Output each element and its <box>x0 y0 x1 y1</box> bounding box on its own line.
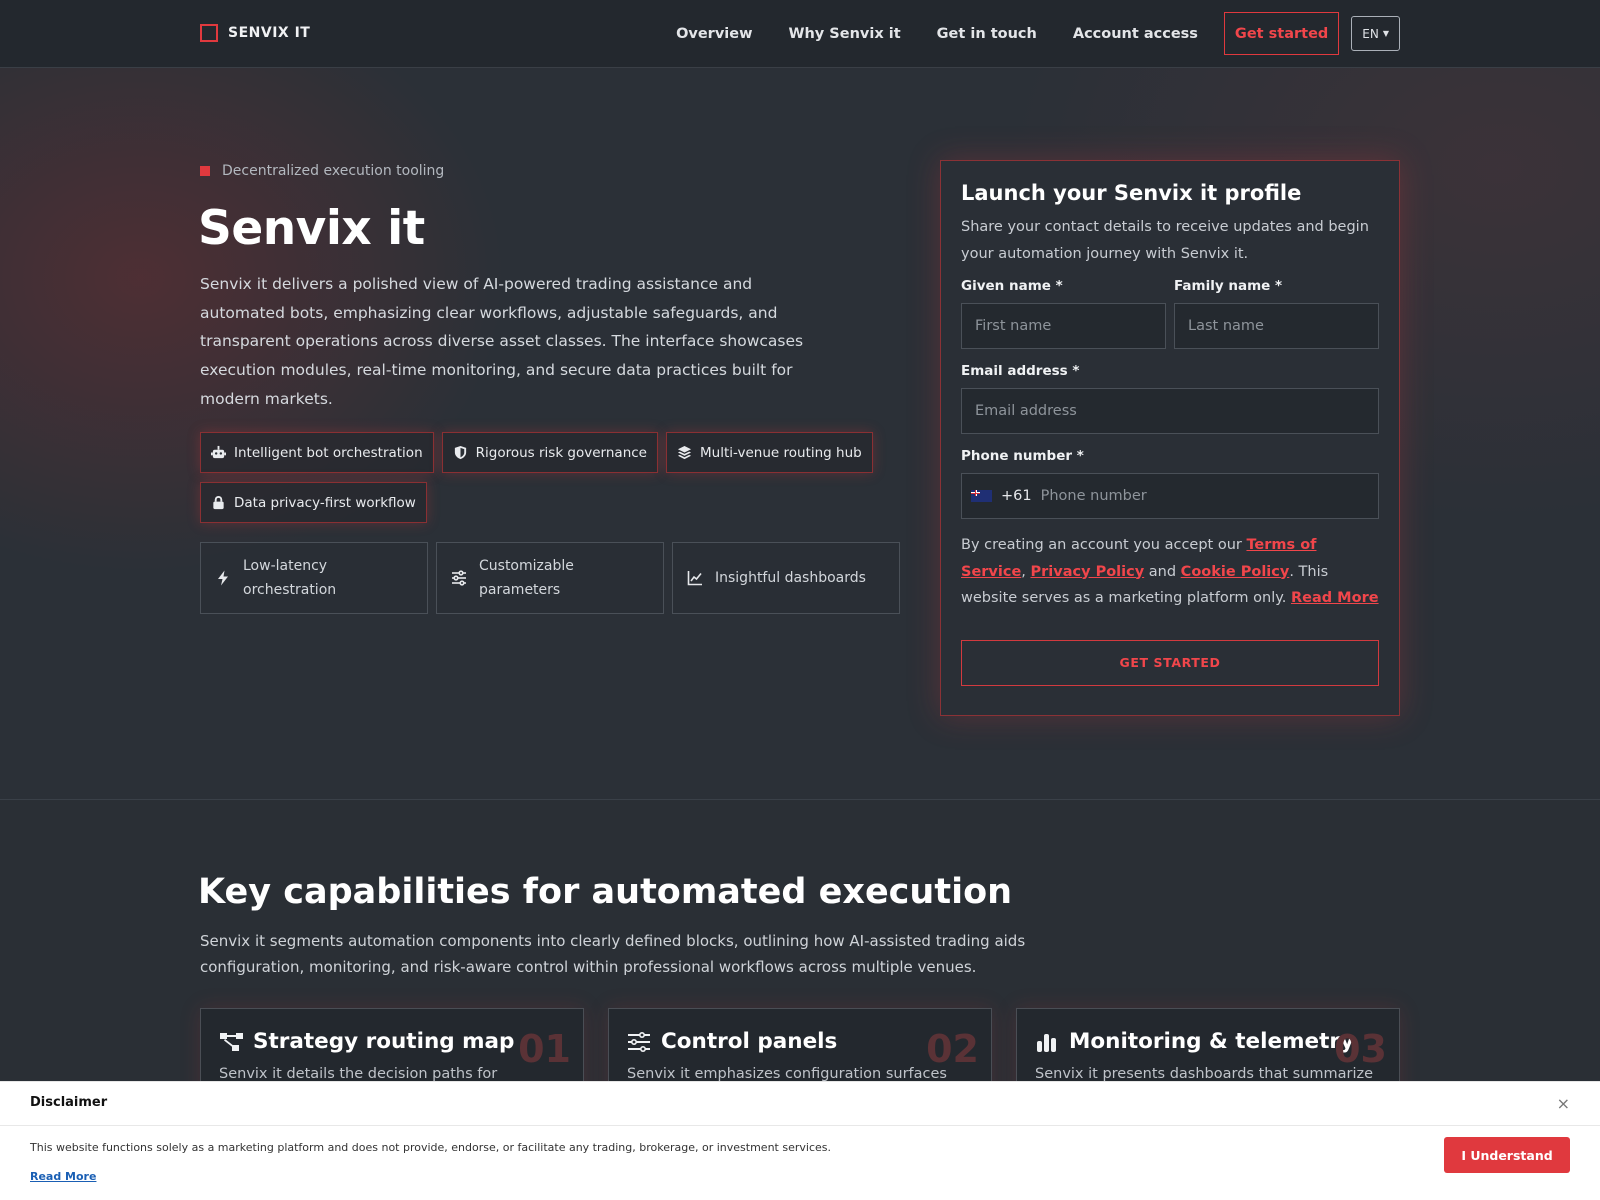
dial-code[interactable]: +61 <box>1001 488 1032 504</box>
pill-risk-governance: Rigorous risk governance <box>441 432 658 473</box>
family-name-input[interactable] <box>1174 303 1379 349</box>
feature-label: Low-latency orchestration <box>243 558 337 598</box>
family-name-group: Family name * <box>1174 278 1379 349</box>
cookie-link[interactable]: Cookie Policy <box>1181 564 1290 580</box>
chart-line-icon <box>687 571 702 586</box>
logo[interactable]: SENVIX IT <box>200 24 310 42</box>
signup-card: Launch your Senvix it profile Share your… <box>940 160 1400 716</box>
given-name-group: Given name * <box>961 278 1166 349</box>
capabilities-description: Senvix it segments automation components… <box>200 932 1026 976</box>
australia-flag-icon[interactable] <box>971 490 992 502</box>
capability-text: Senvix it emphasizes configuration surfa… <box>627 1066 947 1082</box>
capability-card-head: Strategy routing map <box>219 1029 565 1054</box>
capability-text: Senvix it presents dashboards that summa… <box>1035 1066 1374 1082</box>
shield-icon <box>454 445 466 460</box>
legal-sep: , <box>1021 563 1026 580</box>
feature-tiles: Low-latency orchestration Customizable p… <box>200 542 900 614</box>
get-started-nav-button[interactable]: Get started <box>1223 12 1340 55</box>
disclaimer-text: This website functions solely as a marke… <box>30 1141 831 1154</box>
disclaimer-header: Disclaimer × <box>0 1082 1600 1126</box>
highlight-pills: Intelligent bot orchestration Rigorous r… <box>200 432 900 523</box>
lock-icon <box>213 496 224 510</box>
site-header: SENVIX IT Overview Why Senvix it Get in … <box>0 0 1600 68</box>
name-row: Given name * Family name * <box>961 278 1379 349</box>
hero-title: Senvix it <box>198 201 425 256</box>
disclaimer-title: Disclaimer <box>30 1095 108 1110</box>
legal-and: and <box>1144 563 1181 580</box>
pill-label: Intelligent bot orchestration <box>234 444 423 461</box>
read-more-link[interactable]: Read More <box>1291 590 1379 606</box>
robot-icon <box>211 445 226 459</box>
capability-card-head: Control panels <box>627 1029 973 1054</box>
privacy-link[interactable]: Privacy Policy <box>1031 564 1145 580</box>
phone-field: +61 <box>961 473 1379 519</box>
logo-square-icon <box>200 24 218 42</box>
disclaimer-read-more-link[interactable]: Read More <box>30 1170 96 1183</box>
nav-contact[interactable]: Get in touch <box>937 26 1037 42</box>
capability-card-title: Monitoring & telemetry <box>1069 1029 1354 1054</box>
email-label: Email address * <box>961 363 1080 379</box>
legal-text: By creating an account you accept our Te… <box>961 532 1379 612</box>
nav-account[interactable]: Account access <box>1073 26 1198 42</box>
logo-text: SENVIX IT <box>228 25 311 41</box>
nav-overview[interactable]: Overview <box>676 26 752 42</box>
email-group: Email address * <box>961 363 1379 434</box>
phone-input[interactable] <box>1040 474 1369 518</box>
routing-icon <box>220 1032 243 1051</box>
disclaimer-banner: Disclaimer × This website functions sole… <box>0 1081 1600 1200</box>
email-input[interactable] <box>961 388 1379 434</box>
feature-dashboards: Insightful dashboards <box>672 542 900 614</box>
sliders-icon <box>628 1031 650 1052</box>
bolt-icon <box>218 570 228 586</box>
get-started-submit-button[interactable]: GET STARTED <box>961 639 1379 686</box>
eyebrow-text: Decentralized execution tooling <box>222 163 445 179</box>
given-name-label: Given name * <box>961 278 1063 294</box>
bar-chart-icon <box>1037 1033 1056 1052</box>
caret-down-icon: ▼ <box>1382 29 1389 38</box>
sliders-icon <box>452 570 466 586</box>
pill-label: Multi-venue routing hub <box>699 444 862 461</box>
pill-label: Rigorous risk governance <box>475 444 647 461</box>
language-label: EN <box>1362 26 1379 41</box>
capabilities-title: Key capabilities for automated execution <box>198 872 1013 912</box>
main-nav: Overview Why Senvix it Get in touch Acco… <box>676 12 1400 55</box>
capability-number: 01 <box>518 1027 571 1071</box>
hero-description: Senvix it delivers a polished view of AI… <box>200 275 804 408</box>
understand-button[interactable]: I Understand <box>1444 1137 1570 1173</box>
layers-icon <box>677 445 692 460</box>
hero-section: Decentralized execution tooling Senvix i… <box>0 68 1600 800</box>
capability-number: 03 <box>1334 1027 1387 1071</box>
legal-prefix: By creating an account you accept our <box>961 537 1247 553</box>
pill-bot-orchestration: Intelligent bot orchestration <box>200 432 434 473</box>
feature-label: Customizable parameters <box>479 558 574 598</box>
given-name-input[interactable] <box>961 303 1166 349</box>
close-icon[interactable]: × <box>1557 1094 1570 1113</box>
pill-label: Data privacy-first workflow <box>234 494 416 511</box>
phone-group: Phone number * +61 <box>961 448 1379 519</box>
signup-title: Launch your Senvix it profile <box>961 181 1302 205</box>
pill-data-privacy: Data privacy-first workflow <box>200 482 427 523</box>
pill-routing-hub: Multi-venue routing hub <box>665 432 873 473</box>
capability-card-title: Control panels <box>661 1029 838 1054</box>
phone-label: Phone number * <box>961 448 1084 464</box>
feature-label: Insightful dashboards <box>715 570 866 586</box>
signup-subtitle: Share your contact details to receive up… <box>961 219 1369 262</box>
family-name-label: Family name * <box>1174 278 1283 294</box>
hero-eyebrow: Decentralized execution tooling <box>200 163 444 179</box>
capability-card-title: Strategy routing map <box>253 1029 515 1054</box>
language-select[interactable]: EN ▼ <box>1351 16 1400 51</box>
feature-low-latency: Low-latency orchestration <box>200 542 428 614</box>
nav-why[interactable]: Why Senvix it <box>788 26 900 42</box>
capability-text: Senvix it details the decision paths for <box>219 1066 498 1082</box>
capability-number: 02 <box>926 1027 979 1071</box>
square-bullet-icon <box>200 166 210 176</box>
feature-custom-params: Customizable parameters <box>436 542 664 614</box>
capability-card-head: Monitoring & telemetry <box>1035 1029 1381 1054</box>
